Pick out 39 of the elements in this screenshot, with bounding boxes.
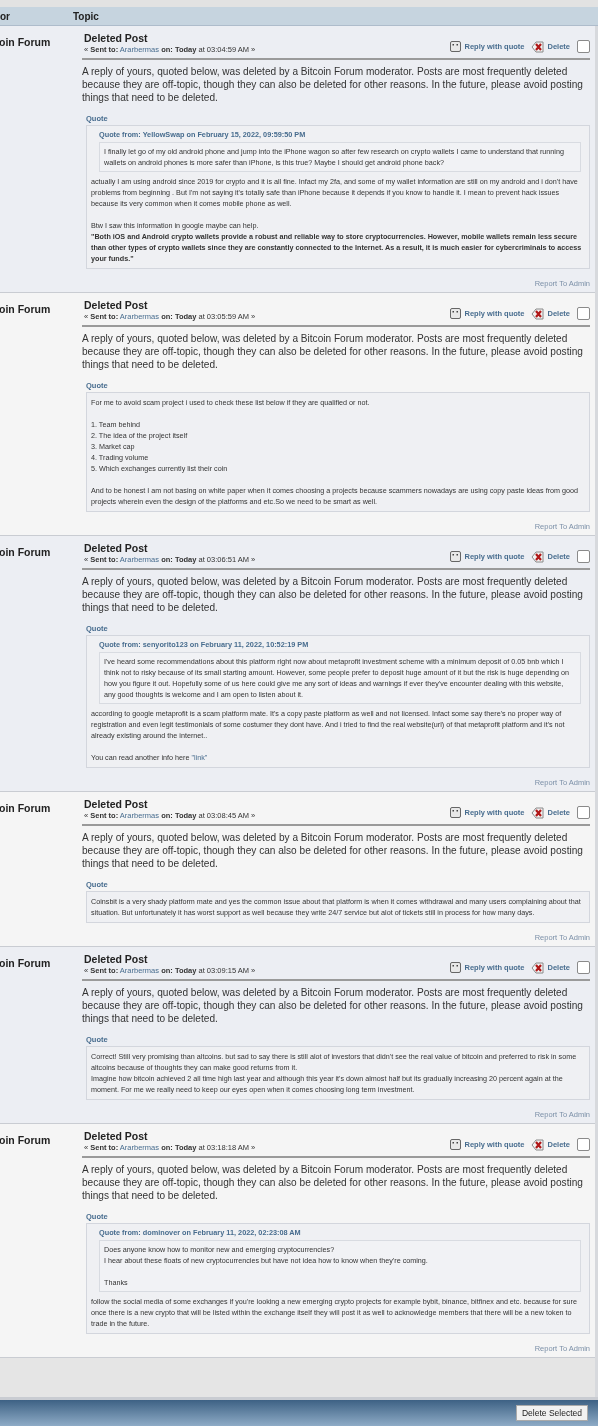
delete-icon [531, 550, 545, 563]
message-body: A reply of yours, quoted below, was deleted by a Bitcoin Forum moderator. Posts are most frequently deleted because they are off-topic, though they can also be deleted for other reasons. In the future, please avoid posting things that need to be deleted. [82, 1163, 584, 1202]
select-checkbox[interactable] [577, 40, 590, 53]
delete-icon [531, 806, 545, 819]
delete-icon [531, 307, 545, 320]
poster-name: oin Forum [0, 303, 51, 315]
reply-quote-icon [450, 962, 462, 973]
select-checkbox[interactable] [577, 806, 590, 819]
delete-selected-button[interactable]: Delete Selected [516, 1405, 588, 1421]
reply-quote-icon [450, 807, 462, 818]
delete-icon [531, 961, 545, 974]
message-title: Deleted Post [84, 798, 149, 810]
reply-quote-icon [450, 41, 462, 52]
select-checkbox[interactable] [577, 1138, 590, 1151]
poster-name: oin Forum [0, 957, 51, 969]
message-title: Deleted Post [84, 32, 149, 44]
select-checkbox[interactable] [577, 550, 590, 563]
select-checkbox[interactable] [577, 961, 590, 974]
message-title: Deleted Post [84, 299, 149, 311]
message-body: A reply of yours, quoted below, was deleted by a Bitcoin Forum moderator. Posts are most frequently deleted because they are off-topic, though they can also be deleted for other reasons. In the future, please avoid posting things that need to be deleted. [82, 831, 584, 870]
poster-name: oin Forum [0, 36, 51, 48]
delete-icon [531, 1138, 545, 1151]
message-body: A reply of yours, quoted below, was deleted by a Bitcoin Forum moderator. Posts are most frequently deleted because they are off-topic, though they can also be deleted for other reasons. In the future, please avoid posting things that need to be deleted. [82, 332, 584, 371]
poster-name: oin Forum [0, 1134, 51, 1146]
column-header: Topic [73, 10, 99, 22]
reply-quote-icon [450, 308, 462, 319]
select-checkbox[interactable] [577, 307, 590, 320]
poster-name: oin Forum [0, 802, 51, 814]
message-title: Deleted Post [84, 1130, 149, 1142]
message-body: A reply of yours, quoted below, was deleted by a Bitcoin Forum moderator. Posts are most frequently deleted because they are off-topic, though they can also be deleted for other reasons. In the future, please avoid posting things that need to be deleted. [82, 65, 584, 104]
column-header: or [0, 10, 11, 22]
reply-quote-icon [450, 1139, 462, 1150]
reply-quote-icon [450, 551, 462, 562]
message-title: Deleted Post [84, 542, 149, 554]
message-body: A reply of yours, quoted below, was deleted by a Bitcoin Forum moderator. Posts are most frequently deleted because they are off-topic, though they can also be deleted for other reasons. In the future, please avoid posting things that need to be deleted. [82, 986, 584, 1025]
message-title: Deleted Post [84, 953, 149, 965]
poster-name: oin Forum [0, 546, 51, 558]
delete-icon [531, 40, 545, 53]
message-body: A reply of yours, quoted below, was deleted by a Bitcoin Forum moderator. Posts are most frequently deleted because they are off-topic, though they can also be deleted for other reasons. In the future, please avoid posting things that need to be deleted. [82, 575, 584, 614]
